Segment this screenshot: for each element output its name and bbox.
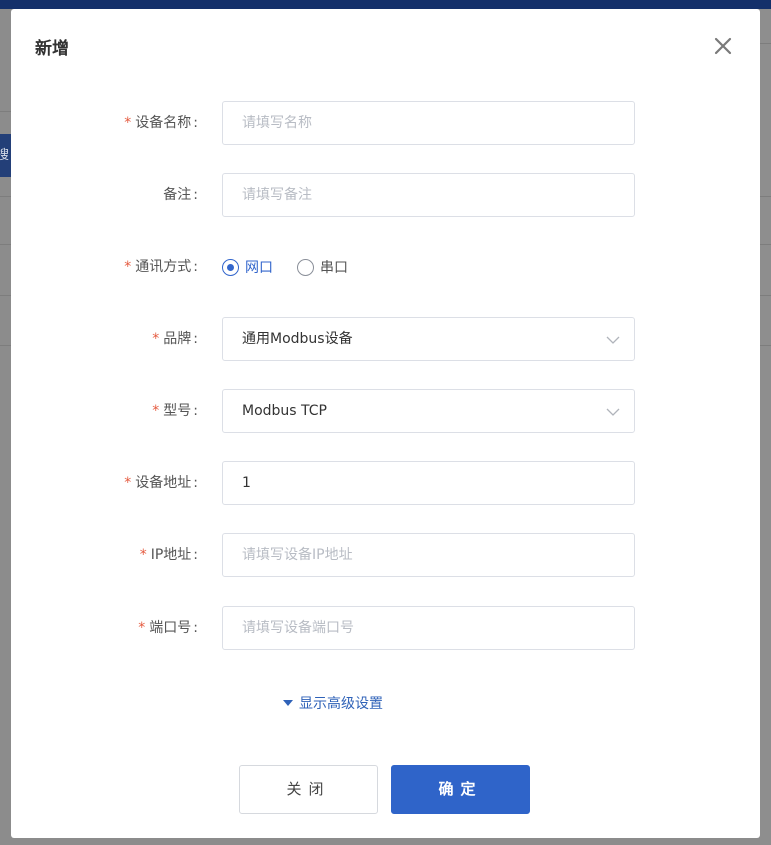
background-divider (760, 345, 771, 346)
model-select[interactable]: Modbus TCP (222, 389, 635, 433)
ip-address-row: * IP地址: 请填写设备IP地址 (11, 533, 760, 577)
brand-label: * 品牌: (152, 331, 198, 347)
ip-address-label: * IP地址: (139, 547, 198, 563)
confirm-button[interactable]: 确定 (391, 765, 530, 814)
background-divider (0, 111, 11, 112)
dialog-title: 新增 (35, 39, 69, 59)
port-label: * 端口号: (138, 620, 198, 636)
background-divider (0, 295, 11, 296)
add-device-dialog: 新增 *设备名称: 请填写名称 备注: 请填写备注 *通讯方式: 网口 串口 (11, 9, 760, 838)
comm-mode-row: * 通讯方式: 网口 串口 (11, 245, 760, 289)
radio-serial-port[interactable]: 串口 (297, 257, 348, 277)
radio-network-port[interactable]: 网口 (222, 257, 273, 277)
background-divider (760, 196, 771, 197)
brand-row: * 品牌: 通用Modbus设备 (11, 317, 760, 361)
device-name-label: * 设备名称: (124, 115, 198, 131)
background-divider (0, 196, 11, 197)
chevron-down-icon (606, 336, 620, 344)
watermark: CSDN @u010416761 (597, 820, 734, 835)
device-name-row: * 设备名称: 请填写名称 (11, 101, 760, 145)
show-advanced-settings-label: 显示高级设置 (299, 696, 383, 712)
remark-row: 备注: 请填写备注 (11, 173, 760, 217)
radio-label: 网口 (245, 260, 273, 276)
ip-address-input[interactable]: 请填写设备IP地址 (222, 533, 635, 577)
background-divider (0, 244, 11, 245)
model-label: * 型号: (152, 403, 198, 419)
model-select-value: Modbus TCP (242, 403, 327, 419)
radio-label: 串口 (320, 260, 348, 276)
remark-label: 备注: (163, 187, 198, 203)
background-divider (760, 295, 771, 296)
radio-unchecked-icon (297, 258, 314, 276)
background-header (0, 0, 771, 9)
show-advanced-settings-link[interactable]: 显示高级设置 (283, 693, 383, 713)
radio-checked-icon (222, 258, 239, 276)
model-row: * 型号: Modbus TCP (11, 389, 760, 433)
close-button[interactable]: 关闭 (239, 765, 378, 814)
comm-mode-label: * 通讯方式: (124, 259, 198, 275)
brand-select[interactable]: 通用Modbus设备 (222, 317, 635, 361)
remark-input[interactable]: 请填写备注 (222, 173, 635, 217)
close-icon[interactable] (710, 33, 736, 59)
device-address-input[interactable]: 1 (222, 461, 635, 505)
background-divider (760, 244, 771, 245)
port-row: * 端口号: 请填写设备端口号 (11, 606, 760, 650)
chevron-down-icon (606, 408, 620, 416)
port-input[interactable]: 请填写设备端口号 (222, 606, 635, 650)
device-name-input[interactable]: 请填写名称 (222, 101, 635, 145)
background-button: 搜 (0, 134, 11, 177)
background-page (760, 9, 771, 845)
brand-select-value: 通用Modbus设备 (242, 331, 353, 347)
background-divider (0, 345, 11, 346)
comm-mode-radio-group: 网口 串口 (222, 245, 372, 289)
device-address-row: * 设备地址: 1 (11, 461, 760, 505)
device-address-label: * 设备地址: (124, 475, 198, 491)
caret-down-icon (283, 700, 293, 706)
background-divider (760, 43, 771, 44)
